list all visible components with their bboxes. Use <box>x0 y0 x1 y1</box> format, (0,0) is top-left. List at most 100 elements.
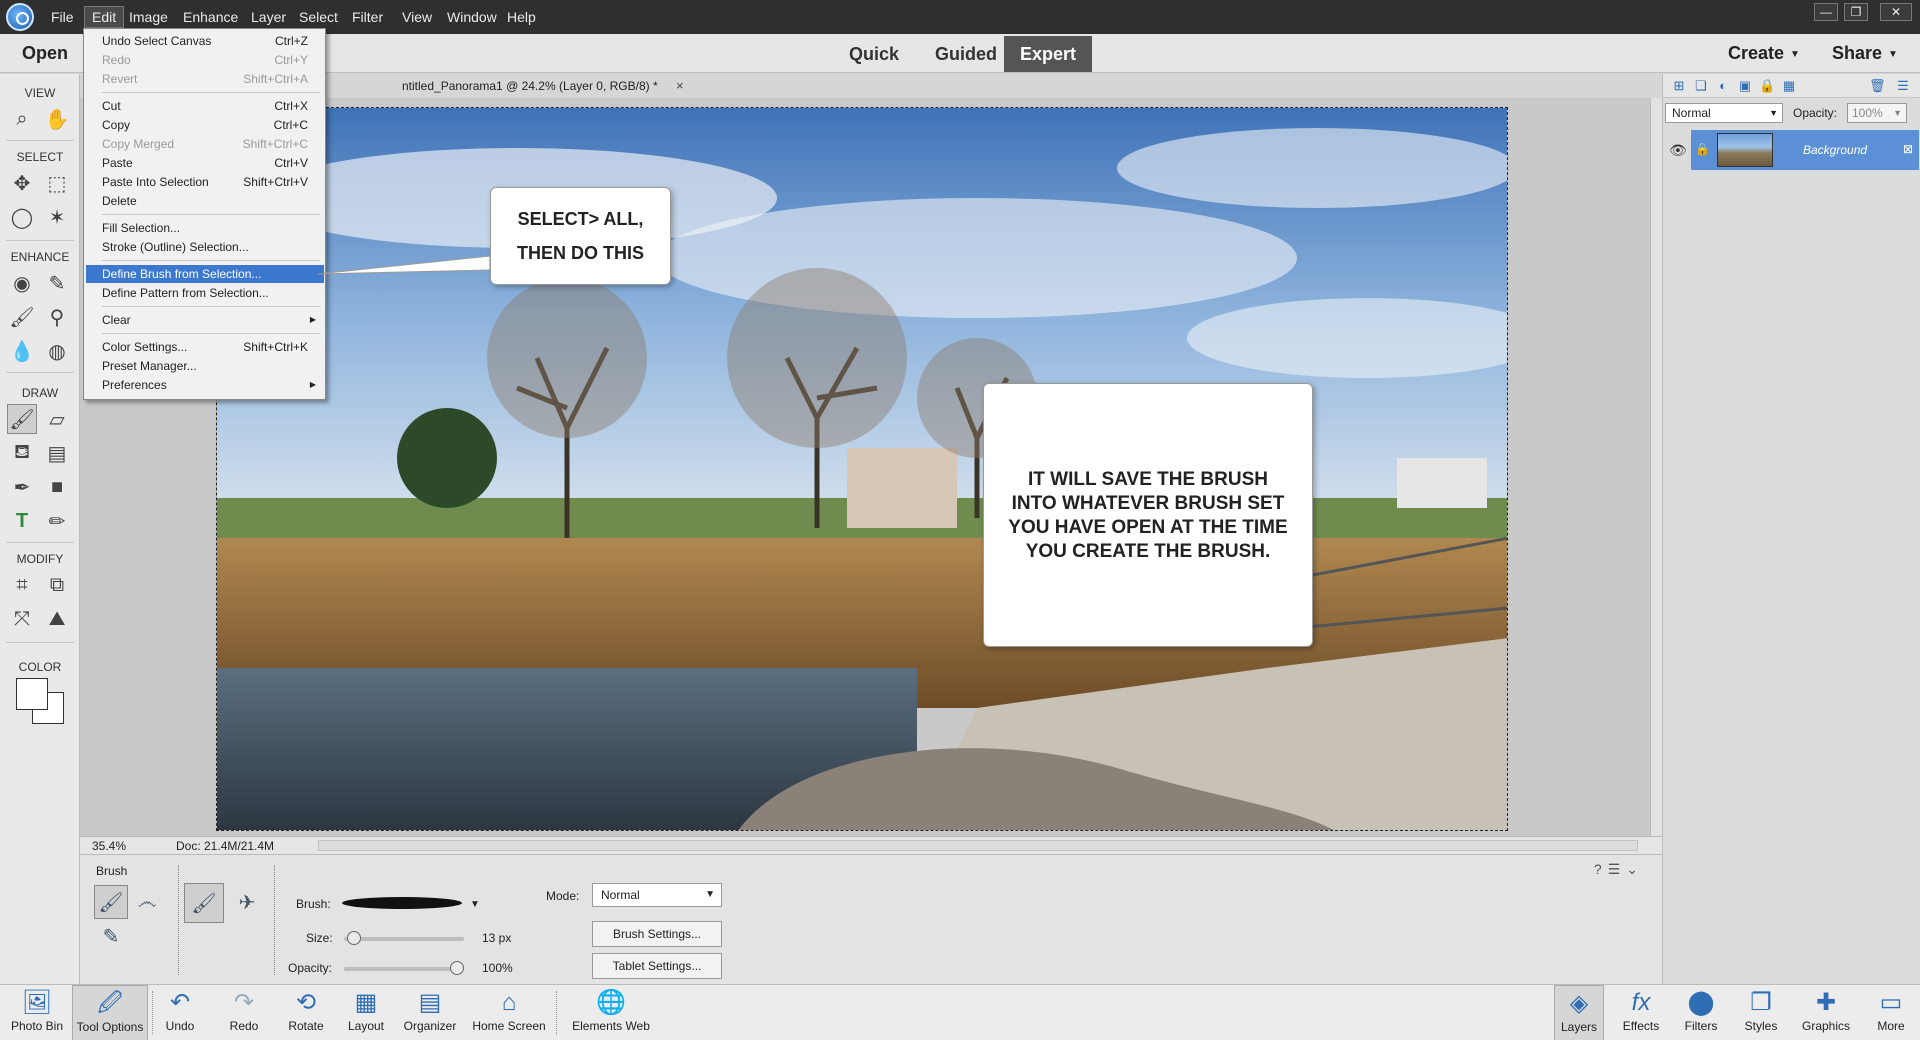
close-window-button[interactable]: ✕ <box>1880 3 1912 21</box>
undo-button[interactable]: ↶ Undo <box>158 985 202 1040</box>
menu-file[interactable]: File <box>44 0 81 34</box>
brush-tool-icon[interactable]: 🖌 <box>7 404 37 434</box>
shape-tool-icon[interactable]: ■ <box>42 472 72 502</box>
panel-menu-icon[interactable]: ☰ <box>1895 78 1911 94</box>
mode-select[interactable]: Normal ▼ <box>592 883 722 907</box>
help-icon[interactable]: ?☰⌄ <box>1594 861 1644 878</box>
size-slider[interactable] <box>344 931 464 945</box>
straighten-tool-icon[interactable]: ⛰ <box>42 604 72 634</box>
new-group-icon[interactable]: ❏ <box>1693 78 1709 94</box>
airbrush-off-icon[interactable]: 🖌 <box>184 883 224 923</box>
layer-lock-icon[interactable]: ⊠ <box>1903 142 1913 156</box>
tab-guided[interactable]: Guided <box>920 36 1012 72</box>
app-logo-icon[interactable] <box>6 3 34 31</box>
filters-button[interactable]: ⬤ Filters <box>1676 985 1726 1040</box>
tab-quick[interactable]: Quick <box>834 36 914 72</box>
pencil-tool-icon[interactable]: ✏ <box>42 506 72 536</box>
menu-item-delete[interactable]: Delete <box>86 192 324 210</box>
visibility-eye-icon[interactable]: 👁 <box>1669 142 1687 159</box>
content-aware-move-tool-icon[interactable]: ⤧ <box>7 604 37 634</box>
recompose-tool-icon[interactable]: ⧉ <box>42 570 72 600</box>
chevron-down-icon[interactable]: ▼ <box>470 899 480 910</box>
tablet-settings-button[interactable]: Tablet Settings... <box>592 953 722 979</box>
graphics-button[interactable]: ✚ Graphics <box>1796 985 1856 1040</box>
restore-button[interactable]: ❐ <box>1844 3 1868 21</box>
magic-wand-tool-icon[interactable]: ✶ <box>42 202 72 232</box>
menu-view[interactable]: View <box>395 0 439 34</box>
gradient-tool-icon[interactable]: ▤ <box>42 438 72 468</box>
layout-button[interactable]: ▦ Layout <box>344 985 388 1040</box>
layer-name[interactable]: Background <box>1803 143 1867 157</box>
menu-help[interactable]: Help <box>500 0 543 34</box>
menu-item-fill-selection[interactable]: Fill Selection... <box>86 219 324 237</box>
adjustment-layer-icon[interactable]: ◐ <box>1715 78 1731 94</box>
blur-tool-icon[interactable]: 💧 <box>7 336 37 366</box>
size-slider-knob[interactable] <box>347 931 361 945</box>
menu-item-preferences[interactable]: Preferences ▶ <box>86 376 324 394</box>
airbrush-icon[interactable]: ✈ <box>230 885 264 919</box>
layers-button[interactable]: ◈ Layers <box>1554 985 1604 1040</box>
menu-item-stroke-selection[interactable]: Stroke (Outline) Selection... <box>86 238 324 256</box>
menu-window[interactable]: Window <box>440 0 504 34</box>
brush-settings-button[interactable]: Brush Settings... <box>592 921 722 947</box>
document-image[interactable] <box>216 107 1508 831</box>
eyedropper-tool-icon[interactable]: ✒ <box>7 472 37 502</box>
menu-item-color-settings[interactable]: Color Settings... Shift+Ctrl+K <box>86 338 324 356</box>
menu-item-undo[interactable]: Undo Select Canvas Ctrl+Z <box>86 32 324 50</box>
menu-edit[interactable]: Edit <box>84 6 125 28</box>
horizontal-scrollbar[interactable] <box>318 840 1638 851</box>
zoom-tool-icon[interactable]: ⌕ <box>7 104 37 134</box>
tab-expert[interactable]: Expert <box>1004 36 1092 72</box>
opacity-slider-knob[interactable] <box>450 961 464 975</box>
lasso-tool-icon[interactable]: ◯ <box>7 202 37 232</box>
layer-row[interactable]: 🔒 Background ⊠ <box>1691 130 1919 170</box>
rotate-button[interactable]: ⟲ Rotate <box>284 985 328 1040</box>
zoom-level[interactable]: 35.4% <box>92 839 126 853</box>
paint-bucket-tool-icon[interactable]: ⛾ <box>7 438 37 468</box>
menu-item-copy[interactable]: Copy Ctrl+C <box>86 116 324 134</box>
document-tab[interactable]: ntitled_Panorama1 @ 24.2% (Layer 0, RGB/… <box>402 79 658 93</box>
marquee-tool-icon[interactable]: ⬚ <box>42 168 72 198</box>
menu-item-paste[interactable]: Paste Ctrl+V <box>86 154 324 172</box>
menu-item-clear[interactable]: Clear ▶ <box>86 311 324 329</box>
organizer-button[interactable]: ▤ Organizer <box>400 985 460 1040</box>
brush-preset-preview[interactable] <box>342 897 462 909</box>
lock-all-icon[interactable]: 🔒 <box>1759 78 1775 94</box>
menu-filter[interactable]: Filter <box>345 0 390 34</box>
crop-tool-icon[interactable]: ⌗ <box>7 570 37 600</box>
styles-button[interactable]: ❐ Styles <box>1736 985 1786 1040</box>
menu-item-preset-manager[interactable]: Preset Manager... <box>86 357 324 375</box>
hand-tool-icon[interactable]: ✋ <box>42 104 72 134</box>
more-button[interactable]: ▭ More <box>1866 985 1916 1040</box>
opacity-slider[interactable] <box>344 961 464 975</box>
layer-opacity-field[interactable]: 100% ▼ <box>1847 103 1907 123</box>
menu-item-define-brush[interactable]: Define Brush from Selection... <box>86 265 324 283</box>
menu-item-paste-into-selection[interactable]: Paste Into Selection Shift+Ctrl+V <box>86 173 324 191</box>
open-button[interactable]: Open <box>22 43 68 64</box>
lock-transparency-icon[interactable]: ▦ <box>1781 78 1797 94</box>
smart-brush-tool-icon[interactable]: 🖌 <box>7 302 37 332</box>
delete-layer-icon[interactable]: 🗑 <box>1869 78 1886 94</box>
tool-options-button[interactable]: 🖉 Tool Options <box>72 985 148 1040</box>
menu-item-cut[interactable]: Cut Ctrl+X <box>86 97 324 115</box>
photo-bin-button[interactable]: 🖼 Photo Bin <box>4 985 70 1040</box>
layer-mask-icon[interactable]: ▣ <box>1737 78 1753 94</box>
share-button[interactable]: Share ▼ <box>1832 43 1898 64</box>
color-replacement-brush-icon[interactable]: ✎ <box>94 919 128 953</box>
clone-stamp-tool-icon[interactable]: ⚲ <box>42 302 72 332</box>
foreground-color-swatch[interactable] <box>16 678 48 710</box>
move-tool-icon[interactable]: ✥ <box>7 168 37 198</box>
elements-web-button[interactable]: 🌐 Elements Web <box>566 985 656 1040</box>
home-screen-button[interactable]: ⌂ Home Screen <box>468 985 550 1040</box>
redo-button[interactable]: ↷ Redo <box>222 985 266 1040</box>
sponge-tool-icon[interactable]: ◍ <box>42 336 72 366</box>
brush-tool-option-icon[interactable]: 🖌 <box>94 885 128 919</box>
vertical-scrollbar[interactable] <box>1650 98 1662 836</box>
type-tool-icon[interactable]: T <box>7 506 37 536</box>
effects-button[interactable]: fx Effects <box>1616 985 1666 1040</box>
impressionist-brush-icon[interactable]: ෴ <box>130 885 164 919</box>
blend-mode-select[interactable]: Normal ▼ <box>1665 103 1783 123</box>
red-eye-tool-icon[interactable]: ◉ <box>7 268 37 298</box>
minimize-button[interactable]: — <box>1814 3 1838 21</box>
create-button[interactable]: Create ▼ <box>1728 43 1800 64</box>
